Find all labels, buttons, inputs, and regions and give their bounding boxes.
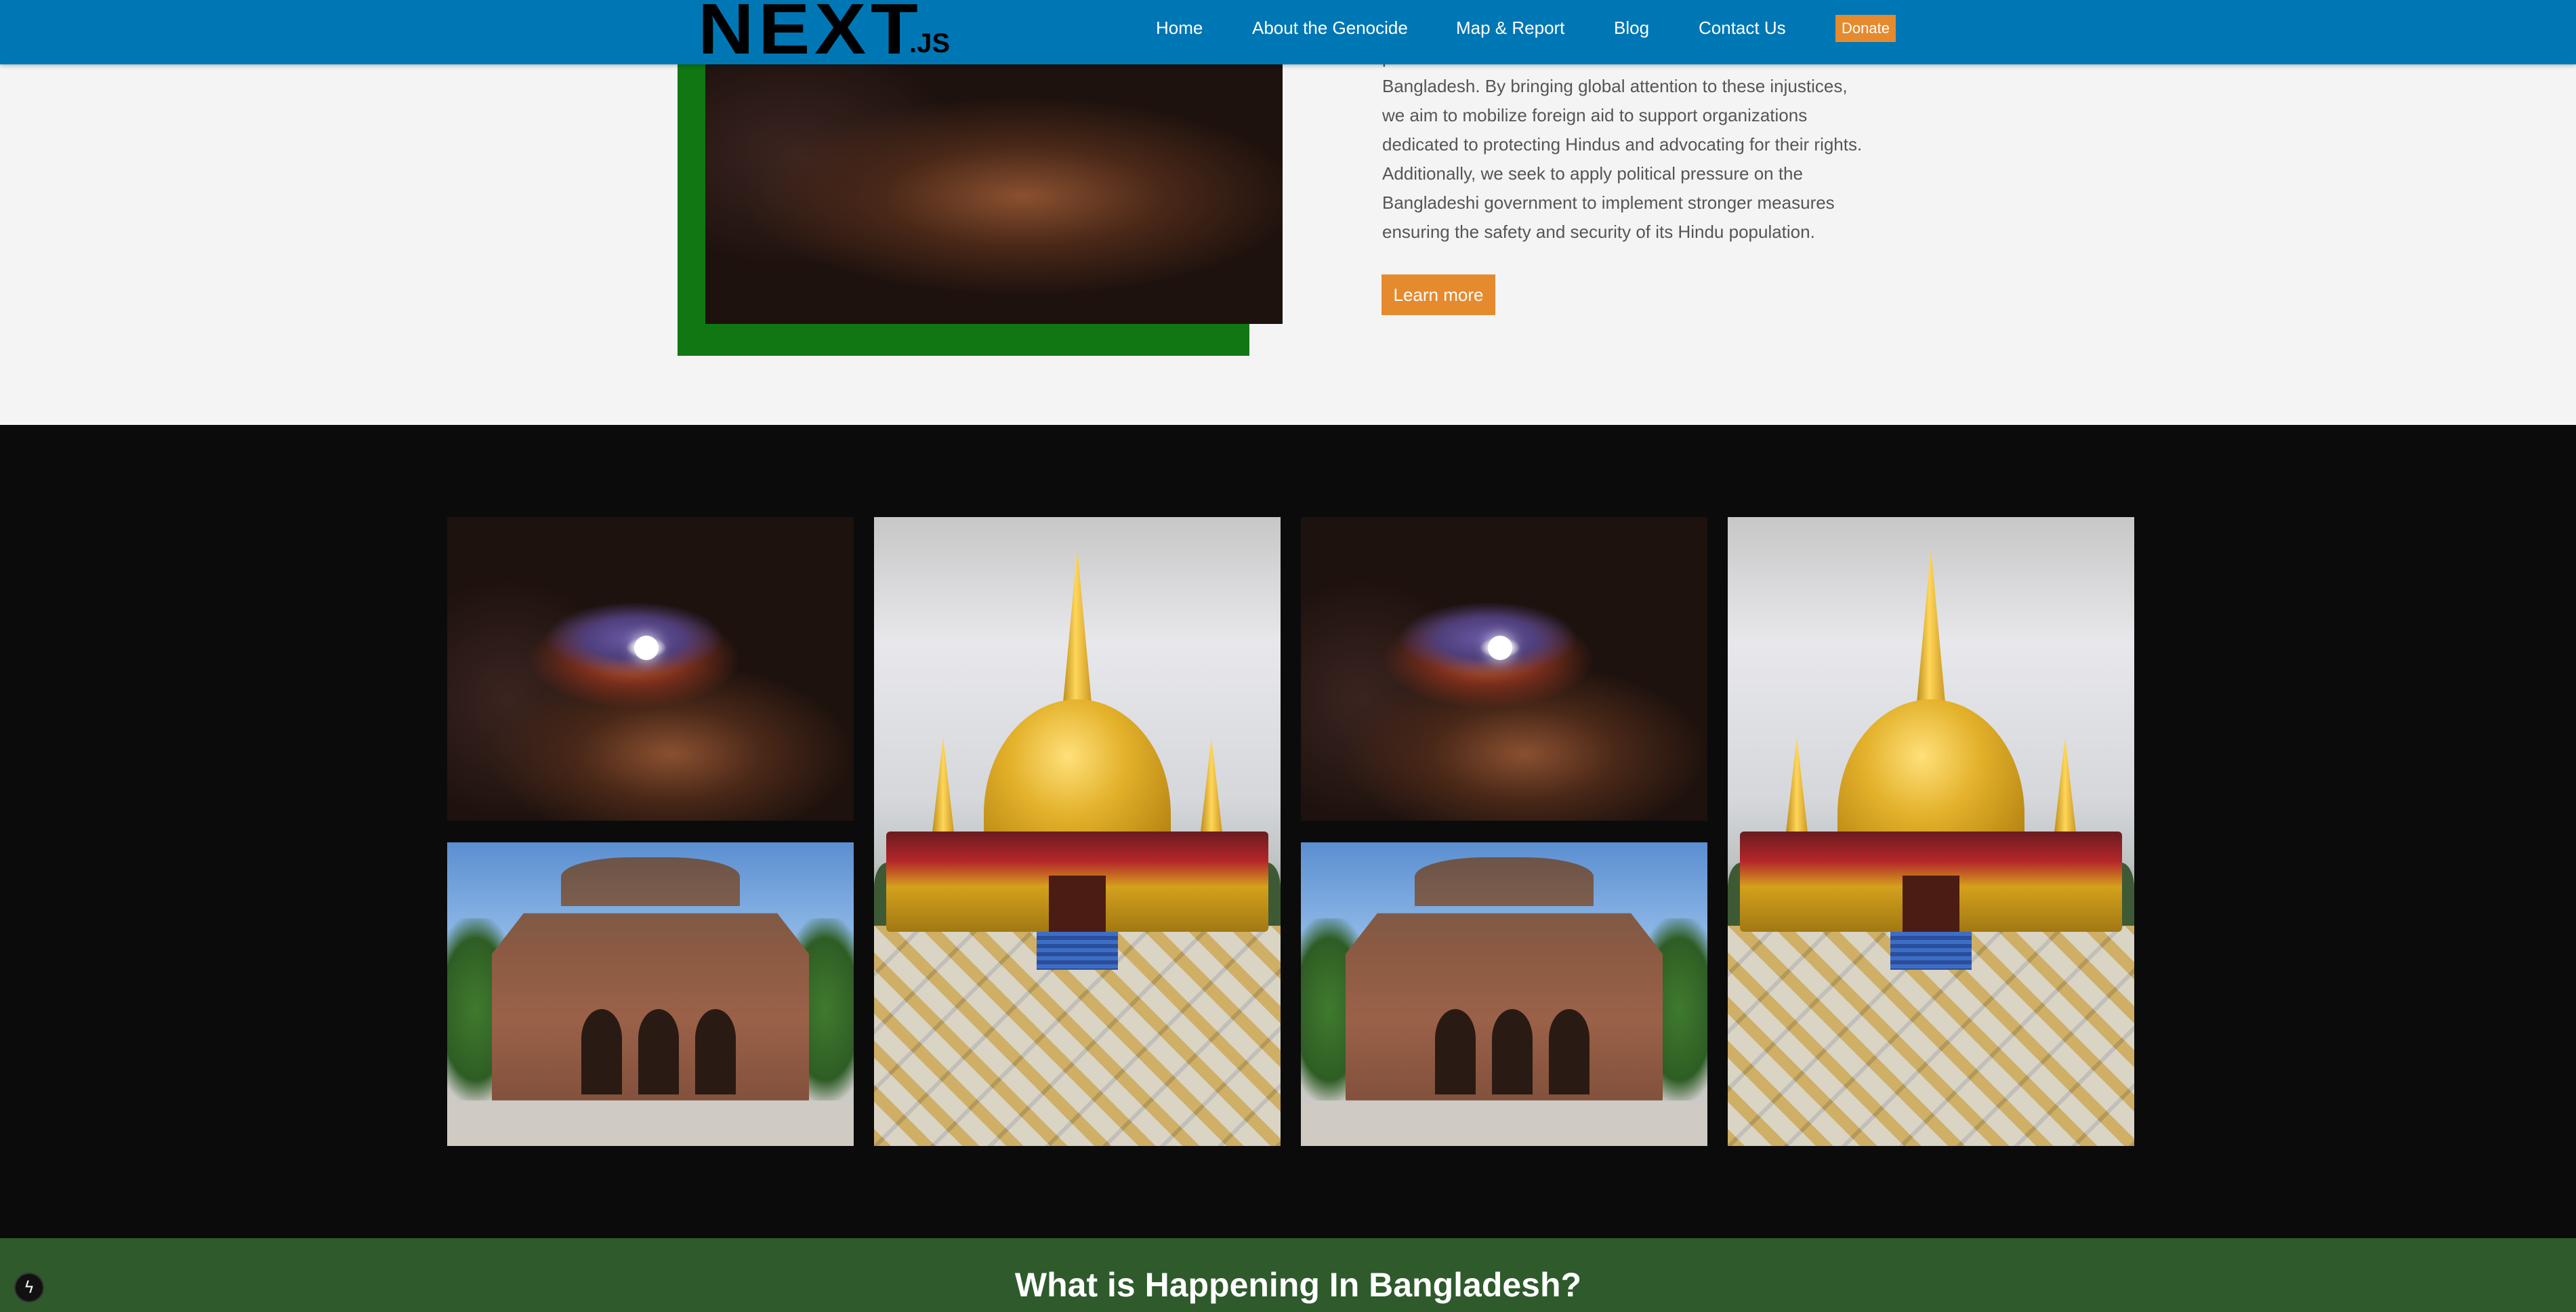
paragraph-line: ensuring the safety and security of its …: [1382, 222, 1815, 242]
oil-lamp-photo: [705, 41, 1283, 324]
gallery-image-terracotta-temple[interactable]: [1301, 842, 1707, 1146]
nav-contact-us[interactable]: Contact Us: [1699, 18, 1786, 39]
paragraph-line: dedicated to protecting Hindus and advoc…: [1382, 134, 1863, 155]
gallery-image-golden-pagoda[interactable]: [874, 517, 1281, 1146]
nav-blog[interactable]: Blog: [1614, 18, 1649, 39]
paragraph-line: we aim to mobilize foreign aid to suppor…: [1382, 105, 1808, 125]
paragraph-line: Additionally, we seek to apply political…: [1382, 163, 1803, 184]
nav-home[interactable]: Home: [1156, 18, 1203, 39]
paragraph-line: Bangladesh. By bringing global attention…: [1382, 76, 1848, 96]
photo-gallery-section: [0, 425, 2576, 1238]
gallery-image-oil-lamp[interactable]: [1301, 517, 1707, 821]
section-heading: What is Happening In Bangladesh?: [1014, 1266, 1582, 1304]
mission-paragraph: persecution and destruction of Hindu com…: [1382, 47, 1911, 247]
donate-button[interactable]: Donate: [1835, 15, 1896, 42]
paragraph-line: Bangladeshi government to implement stro…: [1382, 192, 1835, 213]
lightning-icon[interactable]: ϟ: [16, 1274, 43, 1301]
happening-section: What is Happening In Bangladesh?: [0, 1238, 2576, 1312]
logo-suffix: .JS: [909, 28, 951, 58]
gallery-image-terracotta-temple[interactable]: [447, 842, 854, 1146]
gallery-image-oil-lamp[interactable]: [447, 517, 854, 821]
gallery-image-golden-pagoda[interactable]: [1728, 517, 2134, 1146]
logo-text: NEXT: [698, 0, 923, 69]
nav-map-report[interactable]: Map & Report: [1456, 18, 1564, 39]
learn-more-button[interactable]: Learn more: [1382, 274, 1495, 315]
nav-about-the-genocide[interactable]: About the Genocide: [1252, 18, 1408, 39]
top-navigation-bar: NEXT .JS Home About the Genocide Map & R…: [0, 0, 2576, 69]
